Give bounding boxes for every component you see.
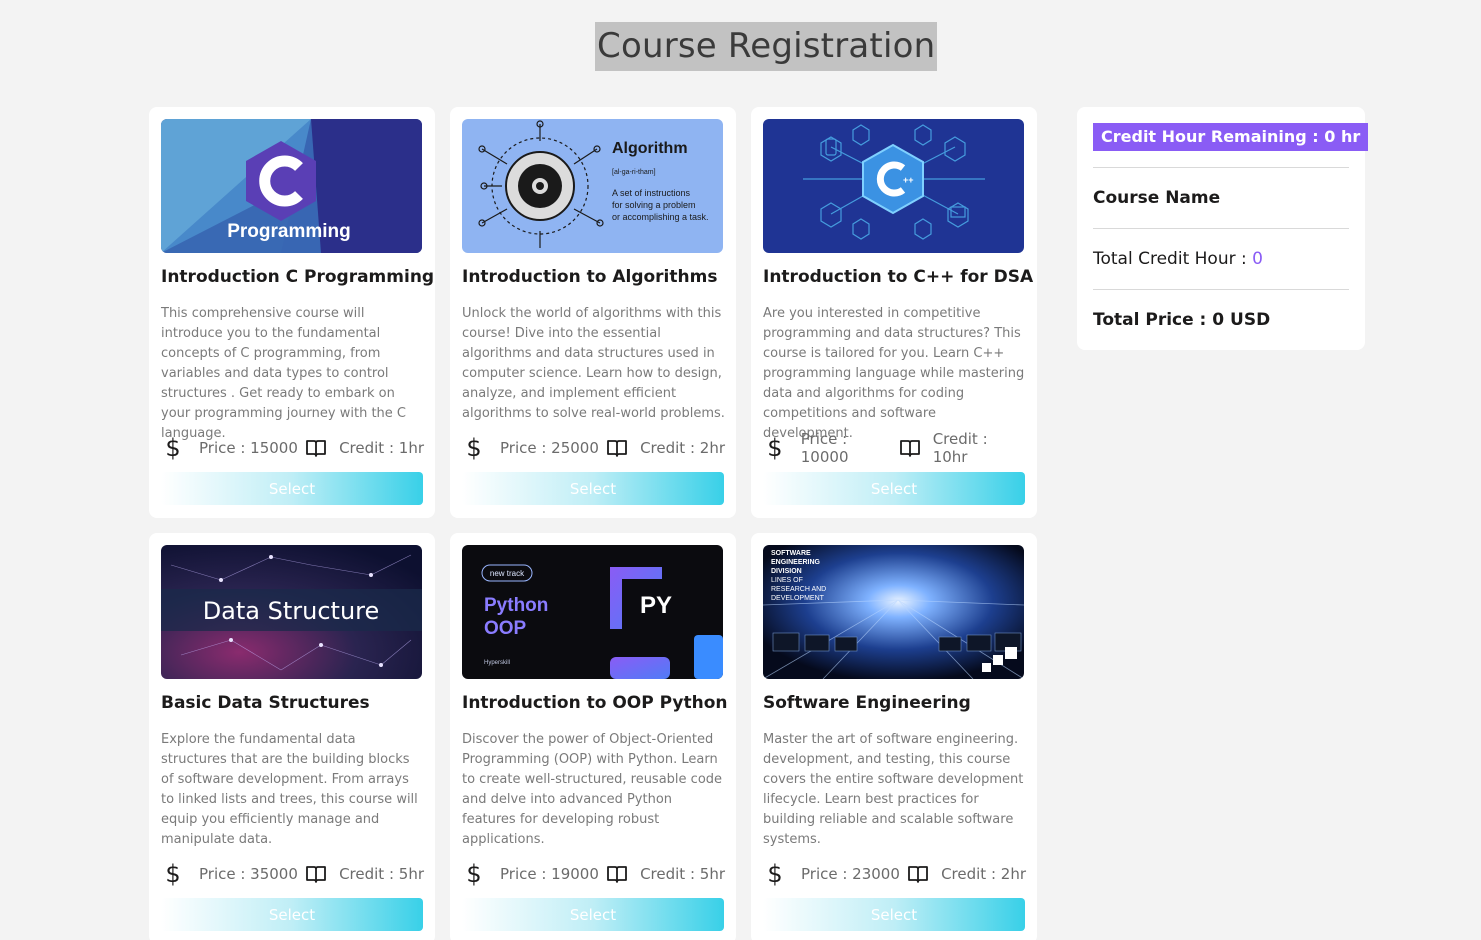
course-description: Explore the fundamental data structures … — [161, 732, 418, 847]
course-title: Basic Data Structures — [161, 693, 370, 713]
book-icon — [899, 438, 921, 458]
course-image-title-line: Python — [484, 595, 548, 616]
divider — [1093, 167, 1349, 168]
select-button[interactable]: Select — [161, 472, 423, 505]
course-credit: Credit : 2hr — [941, 865, 1026, 883]
course-credit: Credit : 5hr — [640, 865, 725, 883]
course-price: Price : 10000 — [800, 430, 849, 466]
book-icon — [606, 864, 628, 884]
credit-remaining-badge: Credit Hour Remaining : 0 hr — [1093, 123, 1369, 151]
course-title: Introduction to Algorithms — [462, 267, 718, 287]
course-image-text-line: RESEARCH AND — [771, 586, 826, 593]
course-meta: $ Price : 19000 Credit : 5hr — [462, 860, 725, 888]
dollar-icon: $ — [466, 860, 482, 888]
divider — [1093, 289, 1349, 290]
course-image-text-line: DIVISION — [771, 568, 802, 575]
course-price: Price : 25000 — [500, 439, 599, 457]
course-title: Introduction C Programming — [161, 267, 435, 287]
course-price: Price : 35000 — [199, 865, 298, 883]
course-card: ++ Introduction to C++ for DSA Are you i… — [751, 107, 1037, 518]
course-description: Discover the power of Object-Oriented Pr… — [462, 732, 723, 847]
course-description: Master the art of software engineering. … — [763, 732, 1024, 847]
course-image-cpp: ++ — [763, 119, 1024, 253]
dollar-icon: $ — [767, 434, 783, 462]
course-meta: $ Price : 35000 Credit : 5hr — [161, 860, 424, 888]
course-title: Software Engineering — [763, 693, 971, 713]
course-image-brand: Hyperskill — [484, 660, 510, 666]
course-image-software-engineering: SOFTWARE ENGINEERING DIVISION LINES OF R… — [763, 545, 1024, 679]
course-card: Programming Introduction C Programming T… — [149, 107, 435, 518]
course-image-text-line: LINES OF — [771, 577, 803, 584]
divider — [1093, 228, 1349, 229]
book-icon — [907, 864, 929, 884]
course-image-subtext: [al-ga-ri-tham] — [612, 169, 656, 176]
course-meta: $ Price : 10000 Credit : 10hr — [763, 430, 1026, 466]
course-meta: $ Price : 23000 Credit : 2hr — [763, 860, 1026, 888]
total-credit-value: 0 — [1252, 249, 1263, 269]
cpp-logo-plus: ++ — [903, 175, 914, 185]
total-price: Total Price : 0 USD — [1093, 310, 1271, 330]
course-image-text: Data Structure — [203, 597, 380, 625]
dollar-icon: $ — [165, 860, 181, 888]
course-price: Price : 19000 — [500, 865, 599, 883]
dollar-icon: $ — [165, 434, 181, 462]
course-card: SOFTWARE ENGINEERING DIVISION LINES OF R… — [751, 533, 1037, 940]
dollar-icon: $ — [767, 860, 783, 888]
course-image-python-oop: new track Python OOP PY Hyperskill — [462, 545, 723, 679]
course-credit: Credit : 10hr — [932, 430, 988, 466]
course-credit: Credit : 2hr — [640, 439, 725, 457]
course-image-data-structure: Data Structure — [161, 545, 422, 679]
course-card: new track Python OOP PY Hyperskill Intro… — [450, 533, 736, 940]
course-credit: Credit : 1hr — [339, 439, 424, 457]
dollar-icon: $ — [466, 434, 482, 462]
course-image-title-line: OOP — [484, 618, 527, 639]
course-name-heading: Course Name — [1093, 188, 1221, 208]
course-image-caption-line: for solving a problem — [612, 200, 696, 210]
book-icon — [305, 438, 327, 458]
course-image-algorithms: Algorithm [al-ga-ri-tham] A set of instr… — [462, 119, 723, 253]
book-icon — [305, 864, 327, 884]
select-button[interactable]: Select — [161, 898, 423, 931]
course-image-logo: PY — [640, 592, 672, 619]
course-image-caption-line: or accomplishing a task. — [612, 212, 709, 222]
course-meta: $ Price : 25000 Credit : 2hr — [462, 434, 725, 462]
course-image-text-line: DEVELOPMENT — [771, 595, 825, 602]
total-credit-hour: Total Credit Hour : 0 — [1093, 249, 1263, 269]
course-description: Are you interested in competitive progra… — [763, 306, 1025, 441]
course-title: Introduction to OOP Python — [462, 693, 728, 713]
course-image-c-programming: Programming — [161, 119, 422, 253]
course-image-text-line: ENGINEERING — [771, 559, 821, 566]
select-button[interactable]: Select — [462, 898, 724, 931]
course-description: This comprehensive course will introduce… — [161, 306, 406, 441]
select-button[interactable]: Select — [462, 472, 724, 505]
select-button[interactable]: Select — [763, 898, 1025, 931]
course-title: Introduction to C++ for DSA — [763, 267, 1034, 287]
registration-summary: Credit Hour Remaining : 0 hr Course Name… — [1077, 107, 1369, 350]
page-title: Course Registration — [595, 22, 938, 71]
course-image-text: Algorithm — [612, 140, 688, 157]
course-meta: $ Price : 15000 Credit : 1hr — [161, 434, 424, 462]
course-image-text-line: SOFTWARE — [771, 550, 811, 557]
course-image-badge: new track — [490, 569, 525, 578]
course-price: Price : 15000 — [199, 439, 298, 457]
course-price: Price : 23000 — [801, 865, 900, 883]
course-image-text: Programming — [227, 221, 351, 242]
course-credit: Credit : 5hr — [339, 865, 424, 883]
course-description: Unlock the world of algorithms with this… — [462, 306, 725, 421]
total-credit-label: Total Credit Hour : — [1093, 249, 1253, 269]
select-button[interactable]: Select — [763, 472, 1025, 505]
course-card: Algorithm [al-ga-ri-tham] A set of instr… — [450, 107, 736, 518]
course-card: Data Structure Basic Data Structures Exp… — [149, 533, 435, 940]
course-image-caption-line: A set of instructions — [612, 188, 691, 198]
book-icon — [606, 438, 628, 458]
